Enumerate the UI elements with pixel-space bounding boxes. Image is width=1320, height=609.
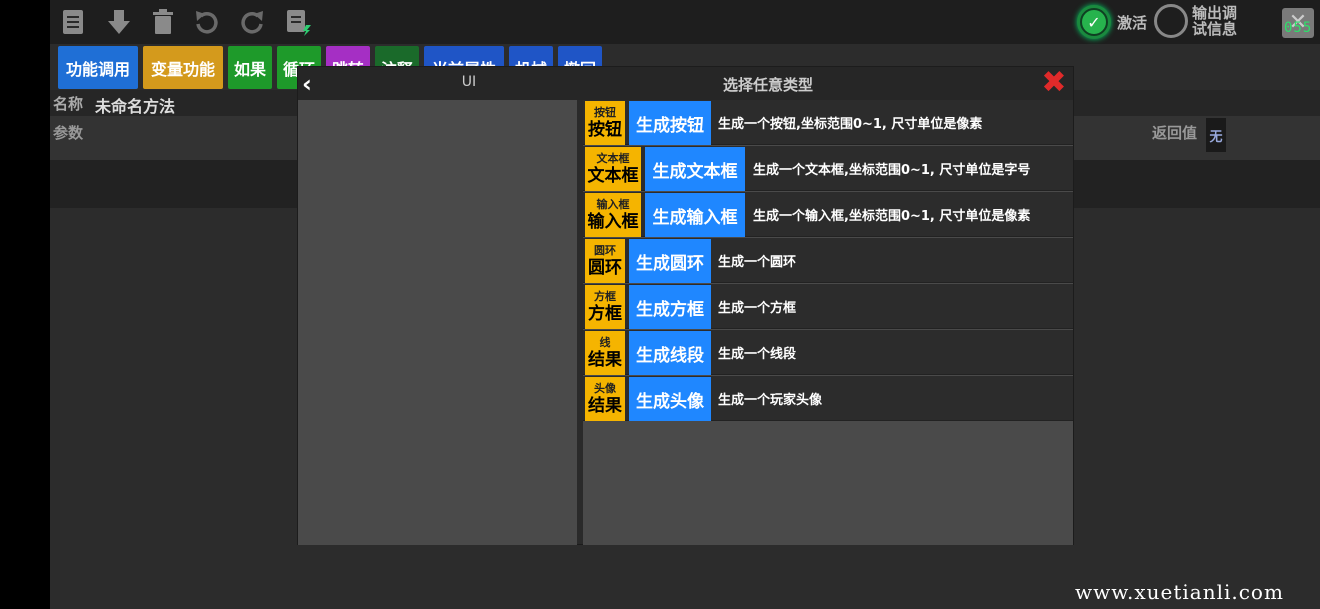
debug-output-toggle[interactable]: 输出调试信息 <box>1154 4 1244 38</box>
params-label: 参数 <box>53 124 84 142</box>
chevron-left-icon[interactable]: ‹ <box>302 71 324 97</box>
top-toolbar: ✓ 激活 输出调试信息 ✕ 055 <box>50 0 1320 44</box>
watermark: www.xuetianli.com <box>1075 580 1284 604</box>
generate-ring-button[interactable]: 生成圆环 <box>629 239 711 283</box>
tab-ui[interactable]: UI <box>458 74 480 90</box>
trash-icon[interactable] <box>148 6 178 38</box>
option-description: 生成一个输入框,坐标范围0~1, 尺寸单位是像素 <box>753 209 1031 224</box>
document-icon[interactable] <box>58 6 88 38</box>
option-tag: 圆环 圆环 <box>585 239 625 283</box>
debug-label: 输出调试信息 <box>1192 4 1238 38</box>
option-row-input: 输入框 输入框 生成输入框 生成一个输入框,坐标范围0~1, 尺寸单位是像素 <box>583 192 1073 237</box>
option-description: 生成一个圆环 <box>718 255 797 270</box>
undo-icon[interactable] <box>192 6 222 38</box>
download-icon[interactable] <box>104 6 134 38</box>
option-row-avatar: 头像 结果 生成头像 生成一个玩家头像 <box>583 376 1073 421</box>
option-description: 生成一个玩家头像 <box>718 393 823 408</box>
option-tag: 线结果 <box>585 331 625 375</box>
option-description: 生成一个线段 <box>718 347 797 362</box>
option-row-line: 线结果 生成线段 生成一个线段 <box>583 330 1073 375</box>
fps-counter: 055 <box>1284 20 1313 36</box>
option-row-textbox: 文本框 文本框 生成文本框 生成一个文本框,坐标范围0~1, 尺寸单位是字号 <box>583 146 1073 191</box>
option-description: 生成一个文本框,坐标范围0~1, 尺寸单位是字号 <box>753 163 1031 178</box>
generate-button-button[interactable]: 生成按钮 <box>629 101 711 145</box>
generate-line-button[interactable]: 生成线段 <box>629 331 711 375</box>
generate-avatar-button[interactable]: 生成头像 <box>629 377 711 421</box>
option-tag: 按钮 按钮 <box>585 101 625 145</box>
dialog-title: 选择任意类型 <box>722 76 813 94</box>
generate-input-button[interactable]: 生成输入框 <box>645 193 745 237</box>
name-label: 名称 <box>53 95 84 113</box>
ring-icon <box>1154 4 1188 38</box>
category-button-variable[interactable]: 变量功能 <box>143 46 223 89</box>
option-description: 生成一个按钮,坐标范围0~1, 尺寸单位是像素 <box>718 117 983 132</box>
method-name-field[interactable]: 未命名方法 <box>95 93 175 117</box>
close-icon[interactable]: ✖ <box>1039 68 1069 98</box>
options-pane: 按钮 按钮 生成按钮 生成一个按钮,坐标范围0~1, 尺寸单位是像素 文本框 文本框… <box>583 100 1073 545</box>
check-icon: ✓ <box>1077 5 1111 39</box>
dialog-header: ‹ UI 选择任意类型 ✖ <box>298 67 1073 100</box>
option-row-button: 按钮 按钮 生成按钮 生成一个按钮,坐标范围0~1, 尺寸单位是像素 <box>583 100 1073 145</box>
option-description: 生成一个方框 <box>718 301 797 316</box>
option-tag: 文本框 文本框 <box>585 147 641 191</box>
option-row-ring: 圆环 圆环 生成圆环 生成一个圆环 <box>583 238 1073 283</box>
return-type-selector[interactable]: 无 <box>1206 118 1226 152</box>
category-button-function-call[interactable]: 功能调用 <box>58 46 138 89</box>
option-tag: 输入框 输入框 <box>585 193 641 237</box>
type-select-dialog: ‹ UI 选择任意类型 ✖ 按钮 按钮 生成按钮 生成一个按钮,坐标范围0~1, … <box>297 66 1074 545</box>
activate-toggle[interactable]: ✓ 激活 <box>1077 4 1147 40</box>
activate-label: 激活 <box>1117 13 1148 32</box>
run-document-icon[interactable] <box>283 6 313 38</box>
redo-icon[interactable] <box>237 6 267 38</box>
option-row-box: 方框 方框 生成方框 生成一个方框 <box>583 284 1073 329</box>
category-button-if[interactable]: 如果 <box>228 46 272 89</box>
option-tag: 方框 方框 <box>585 285 625 329</box>
return-label: 返回值 <box>1152 124 1198 142</box>
generate-box-button[interactable]: 生成方框 <box>629 285 711 329</box>
generate-textbox-button[interactable]: 生成文本框 <box>645 147 745 191</box>
option-tag: 头像 结果 <box>585 377 625 421</box>
category-list-pane <box>298 100 577 545</box>
